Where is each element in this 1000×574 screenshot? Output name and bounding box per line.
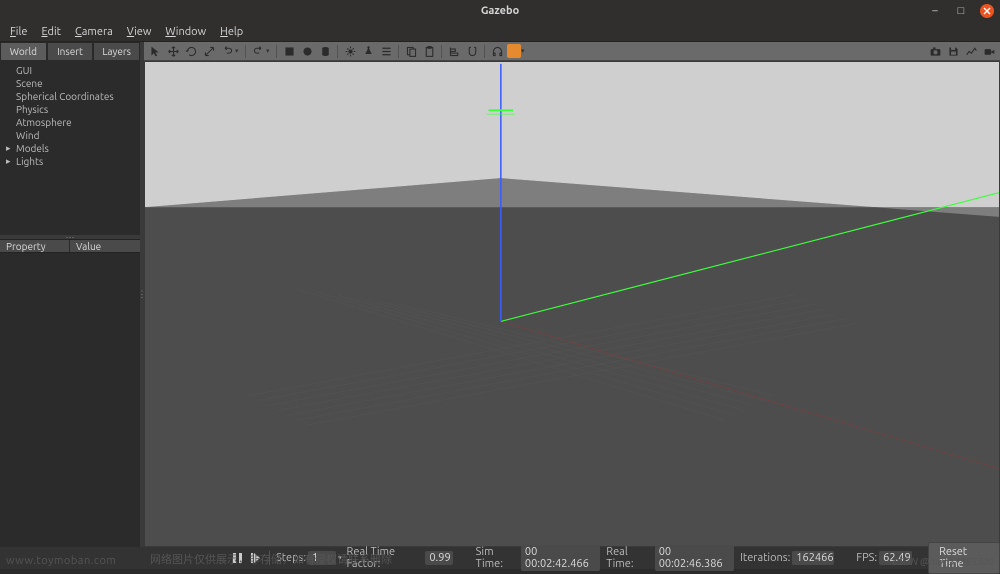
spotlight-icon[interactable] bbox=[360, 44, 376, 59]
watermark-left: www.toymoban.com bbox=[6, 555, 116, 567]
close-button[interactable] bbox=[980, 4, 994, 18]
redo-dropdown-icon[interactable]: ▾ bbox=[266, 47, 272, 55]
realtime-value: 00 00:02:46.386 bbox=[655, 545, 734, 571]
record-icon[interactable] bbox=[507, 44, 521, 58]
property-col: Property bbox=[0, 240, 70, 252]
window-title: Gazebo bbox=[481, 5, 519, 17]
maximize-button[interactable]: □ bbox=[954, 4, 968, 18]
tab-world[interactable]: World bbox=[0, 42, 47, 60]
property-body bbox=[0, 253, 140, 547]
toolbar-separator bbox=[441, 45, 442, 58]
undo-dropdown-icon[interactable]: ▾ bbox=[235, 47, 241, 55]
iter-value: 162466 bbox=[792, 551, 834, 565]
scale-icon[interactable] bbox=[201, 44, 217, 59]
pointlight-icon[interactable] bbox=[342, 44, 358, 59]
camera-icon[interactable] bbox=[927, 44, 943, 59]
menu-camera[interactable]: Camera bbox=[69, 25, 119, 39]
watermark-left2: 网络图片仅供展示，非存储，如有侵权请联系删除 bbox=[150, 551, 392, 567]
toolbar-separator bbox=[337, 45, 338, 58]
value-col: Value bbox=[70, 240, 140, 252]
viewport-3d[interactable] bbox=[144, 61, 1000, 547]
minimize-button[interactable]: – bbox=[928, 4, 942, 18]
tree-item-physics[interactable]: Physics bbox=[2, 103, 138, 116]
cylinder-icon[interactable] bbox=[317, 44, 333, 59]
menu-bar: File Edit Camera View Window Help bbox=[0, 22, 1000, 42]
panel-tabs: World Insert Layers bbox=[0, 42, 140, 60]
status-bar: www.toymoban.com 网络图片仅供展示，非存储，如有侵权请联系删除 … bbox=[0, 547, 1000, 569]
rtf-value: 0.99 bbox=[425, 551, 453, 565]
tree-item-atmosphere[interactable]: Atmosphere bbox=[2, 116, 138, 129]
watermark-right: CSDN @m0_51985300 bbox=[892, 556, 994, 567]
save-icon[interactable] bbox=[945, 44, 961, 59]
left-panel: World Insert Layers GUI Scene Spherical … bbox=[0, 42, 140, 547]
fps-label: FPS: bbox=[856, 552, 877, 564]
tree-item-models[interactable]: Models bbox=[2, 142, 138, 155]
snap-icon[interactable] bbox=[464, 44, 480, 59]
menu-window[interactable]: Window bbox=[159, 25, 212, 39]
redo-icon[interactable] bbox=[250, 44, 266, 59]
property-header: Property Value bbox=[0, 239, 140, 253]
menu-help[interactable]: Help bbox=[214, 25, 249, 39]
menu-edit[interactable]: Edit bbox=[35, 25, 67, 39]
tab-insert[interactable]: Insert bbox=[47, 42, 94, 60]
rotate-icon[interactable] bbox=[183, 44, 199, 59]
tree-item-wind[interactable]: Wind bbox=[2, 129, 138, 142]
headphones-icon[interactable] bbox=[489, 44, 505, 59]
toolbar-separator bbox=[245, 45, 246, 58]
tree-item-gui[interactable]: GUI bbox=[2, 64, 138, 77]
world-tree: GUI Scene Spherical Coordinates Physics … bbox=[0, 60, 140, 235]
copy-icon[interactable] bbox=[403, 44, 419, 59]
align-icon[interactable] bbox=[446, 44, 462, 59]
toolbar-separator bbox=[276, 45, 277, 58]
record-dropdown-icon[interactable]: ▾ bbox=[521, 47, 527, 55]
pointer-icon[interactable] bbox=[147, 44, 163, 59]
menu-file[interactable]: File bbox=[4, 25, 33, 39]
realtime-label: Real Time: bbox=[606, 546, 652, 570]
toolbar-separator bbox=[484, 45, 485, 58]
tree-item-spherical[interactable]: Spherical Coordinates bbox=[2, 90, 138, 103]
sphere-icon[interactable] bbox=[299, 44, 315, 59]
undo-icon[interactable] bbox=[219, 44, 235, 59]
tree-item-scene[interactable]: Scene bbox=[2, 77, 138, 90]
title-bar: Gazebo – □ bbox=[0, 0, 1000, 22]
box-icon[interactable] bbox=[281, 44, 297, 59]
toolbar: ▾ ▾ ▾ bbox=[144, 42, 1000, 61]
simtime-value: 00 00:02:42.466 bbox=[521, 545, 600, 571]
tab-layers[interactable]: Layers bbox=[93, 42, 140, 60]
move-icon[interactable] bbox=[165, 44, 181, 59]
plot-icon[interactable] bbox=[963, 44, 979, 59]
directional-light-icon[interactable] bbox=[378, 44, 394, 59]
menu-view[interactable]: View bbox=[121, 25, 158, 39]
simtime-label: Sim Time: bbox=[476, 546, 519, 570]
video-icon[interactable] bbox=[981, 44, 997, 59]
iter-label: Iterations: bbox=[740, 552, 790, 564]
paste-icon[interactable] bbox=[421, 44, 437, 59]
tree-item-lights[interactable]: Lights bbox=[2, 155, 138, 168]
toolbar-separator bbox=[398, 45, 399, 58]
